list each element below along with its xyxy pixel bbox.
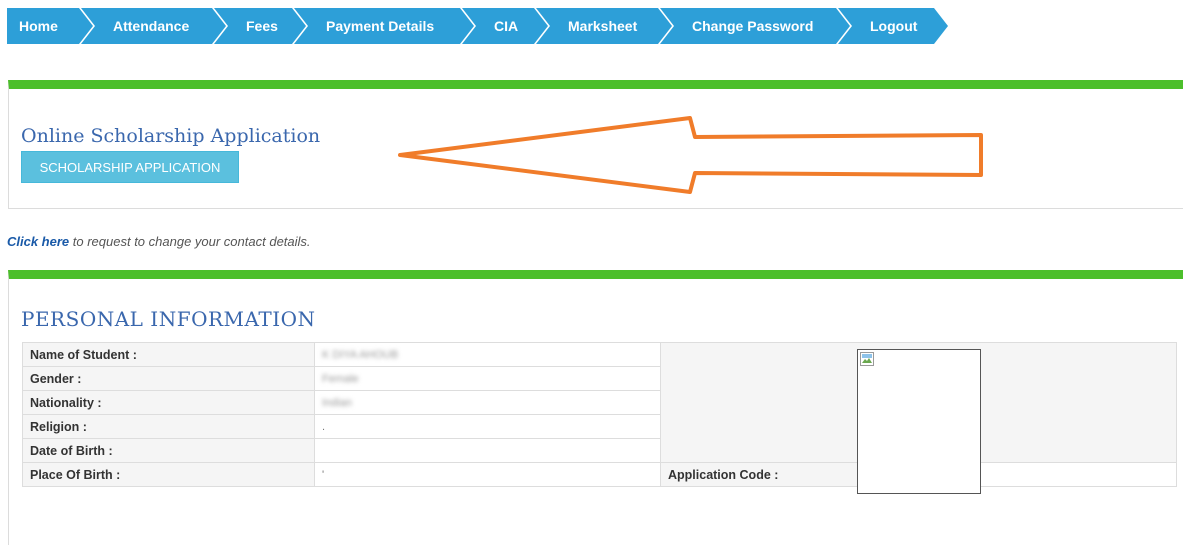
field-label: Date of Birth :: [22, 438, 315, 463]
field-value: ': [314, 462, 661, 487]
field-value: .: [314, 414, 661, 439]
broken-image-icon: [860, 352, 874, 366]
contact-details-line: Click here to request to change your con…: [7, 234, 311, 249]
field-value: Indian: [314, 390, 661, 415]
breadcrumb-nav: Home Attendance Fees Payment Details CIA…: [7, 8, 950, 44]
scholarship-title: Online Scholarship Application: [21, 125, 321, 147]
student-name-value: K DIYA AHOUB: [322, 348, 399, 361]
field-label: Name of Student :: [22, 342, 315, 367]
field-value: K DIYA AHOUB: [314, 342, 661, 367]
photo-cell: [660, 342, 1177, 494]
nav-home[interactable]: Home: [7, 8, 95, 44]
click-here-link[interactable]: Click here: [7, 234, 69, 249]
field-value: Female: [314, 366, 661, 391]
table-row: Place Of Birth : ' Application Code : MS…: [22, 462, 1177, 487]
place-of-birth-value: ': [322, 468, 325, 481]
contact-details-text: to request to change your contact detail…: [69, 234, 311, 249]
nav-marksheet[interactable]: Marksheet: [536, 8, 674, 44]
nav-attendance[interactable]: Attendance: [81, 8, 228, 44]
field-value: [314, 438, 661, 463]
nationality-value: Indian: [322, 396, 352, 409]
annotation-arrow-icon: [398, 116, 983, 194]
personal-info-title: PERSONAL INFORMATION: [21, 307, 316, 331]
application-code-label: Application Code :: [660, 462, 883, 487]
table-row: Name of Student : K DIYA AHOUB: [22, 342, 1177, 494]
field-label: Place Of Birth :: [22, 462, 315, 487]
religion-value: .: [322, 420, 326, 433]
field-label: Religion :: [22, 414, 315, 439]
student-photo: [857, 349, 981, 494]
nav-logout[interactable]: Logout: [838, 8, 950, 44]
gender-value: Female: [322, 372, 359, 385]
scholarship-application-button[interactable]: SCHOLARSHIP APPLICATION: [21, 151, 239, 183]
field-label: Gender :: [22, 366, 315, 391]
nav-payment-details[interactable]: Payment Details: [294, 8, 476, 44]
nav-change-password[interactable]: Change Password: [660, 8, 852, 44]
field-label: Nationality :: [22, 390, 315, 415]
personal-info-table: Name of Student : K DIYA AHOUB Gender : …: [22, 342, 1177, 494]
personal-info-panel: PERSONAL INFORMATION Name of Student : K…: [8, 270, 1183, 545]
